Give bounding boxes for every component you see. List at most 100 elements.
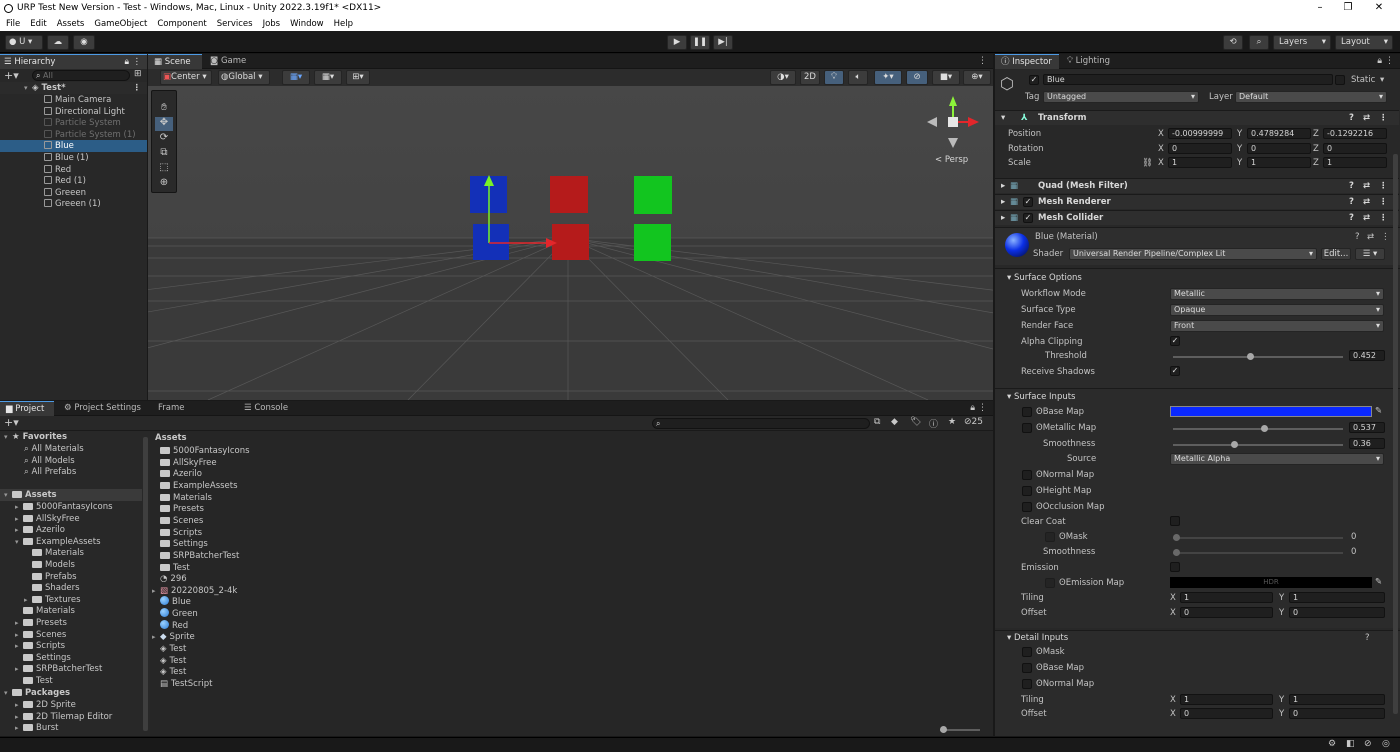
- increment-snap-button[interactable]: ⊞▾: [346, 70, 370, 85]
- clear-coat-mask-slot[interactable]: [1045, 532, 1055, 542]
- grid-snap-button[interactable]: ▦▾: [282, 70, 310, 85]
- history-icon[interactable]: ⟲: [1223, 35, 1243, 50]
- lock-icon[interactable]: 🔒︎: [124, 55, 129, 70]
- height-map-slot[interactable]: [1022, 486, 1032, 496]
- asset-item-test[interactable]: ◈ Test: [160, 666, 186, 678]
- expand-arrow-icon[interactable]: ▸: [15, 501, 23, 513]
- gizmos-dropdown[interactable]: ⊕▾: [963, 70, 991, 85]
- hidden-objects-icon[interactable]: ⊘: [906, 70, 928, 85]
- asset-item-20220805-2-4k[interactable]: ▸ ▧ 20220805_2-4k: [152, 585, 237, 597]
- component-menu-icon[interactable]: ⋮: [1381, 232, 1390, 242]
- component-enabled-checkbox[interactable]: ✓: [1023, 197, 1033, 207]
- tab-lighting[interactable]: 💡︎ Lighting: [1061, 54, 1125, 69]
- tree-folder-materials[interactable]: Materials: [0, 605, 75, 617]
- receive-shadows-checkbox[interactable]: ✓: [1170, 366, 1180, 376]
- tree-folder-shaders[interactable]: Shaders: [0, 582, 80, 594]
- hierarchy-search-input[interactable]: ⌕ All: [32, 70, 130, 81]
- pause-button[interactable]: ❚❚: [690, 35, 710, 50]
- green-quad[interactable]: [634, 176, 672, 214]
- lock-icon[interactable]: 🔒︎: [970, 403, 975, 413]
- expand-arrow-icon[interactable]: [15, 652, 23, 664]
- pivot-dropdown[interactable]: ▣Center ▾: [160, 70, 212, 85]
- rotate-tool-icon[interactable]: ⟳: [155, 132, 173, 146]
- maximize-button[interactable]: ❐: [1333, 0, 1363, 16]
- account-button[interactable]: ● U ▾: [5, 35, 43, 50]
- threshold-slider[interactable]: [1173, 353, 1343, 360]
- hierarchy-item-greeen[interactable]: Greeen: [0, 187, 147, 199]
- progress-icon[interactable]: ⚙: [1328, 739, 1336, 749]
- tree-folder-models[interactable]: Models: [0, 559, 75, 571]
- tree-folder-5000fantasyicons[interactable]: ▸ 5000FantasyIcons: [0, 501, 113, 513]
- metallic-slider[interactable]: [1173, 425, 1343, 432]
- move-tool-icon[interactable]: ✥: [155, 117, 173, 131]
- asset-item-red[interactable]: Red: [160, 619, 188, 632]
- tree-folder-prefabs[interactable]: Prefabs: [0, 571, 77, 583]
- expand-arrow-icon[interactable]: [24, 582, 32, 594]
- surface-options-header[interactable]: ▾ Surface Options: [1007, 273, 1082, 283]
- tiling-x-input[interactable]: 1: [1180, 592, 1273, 603]
- emission-checkbox[interactable]: [1170, 562, 1180, 572]
- search-by-type-icon[interactable]: ⧉: [874, 417, 880, 427]
- link-icon[interactable]: ⛓: [1142, 158, 1153, 168]
- expand-arrow-icon[interactable]: [24, 571, 32, 583]
- search-icon[interactable]: ⌕: [1249, 35, 1269, 50]
- icon-size-slider[interactable]: [940, 726, 980, 733]
- menu-component[interactable]: Component: [157, 19, 206, 29]
- favorite-all-prefabs[interactable]: ⌕ All Prefabs: [0, 466, 76, 478]
- project-search-input[interactable]: ⌕: [652, 418, 870, 429]
- base-map-slot[interactable]: [1022, 407, 1032, 417]
- scale-z-input[interactable]: 1: [1323, 157, 1387, 168]
- kebab-menu-icon[interactable]: ⋮: [978, 56, 987, 66]
- cloud-icon[interactable]: ☁: [47, 35, 69, 50]
- expand-arrow-icon[interactable]: ▸: [15, 640, 23, 652]
- detail-offset-y-input[interactable]: 0: [1289, 708, 1385, 719]
- favorite-star-icon[interactable]: ★: [948, 417, 956, 427]
- expand-arrow-icon[interactable]: ▸: [15, 663, 23, 675]
- expand-arrow-icon[interactable]: ▸: [15, 711, 23, 723]
- asset-item-blue[interactable]: Blue: [160, 596, 191, 608]
- kebab-menu-icon[interactable]: ⋮: [978, 403, 987, 413]
- hierarchy-item-blue-1[interactable]: Blue (1): [0, 152, 147, 164]
- asset-item-test[interactable]: ◈ Test: [160, 655, 186, 667]
- tab-frame-debugger[interactable]: Frame Debugger: [152, 401, 234, 428]
- blue-quad-1[interactable]: [473, 224, 509, 260]
- collab-icon[interactable]: ◉: [73, 35, 95, 50]
- help-icon[interactable]: ?: [1349, 111, 1354, 126]
- asset-item-sprite[interactable]: ▸ ◆ Sprite: [152, 631, 195, 643]
- help-icon[interactable]: ?: [1355, 232, 1360, 242]
- notification-icon[interactable]: ◎: [1382, 739, 1390, 749]
- tag-dropdown[interactable]: Untagged: [1043, 91, 1199, 103]
- menu-help[interactable]: Help: [334, 19, 353, 29]
- tree-folder-scenes[interactable]: ▸ Scenes: [0, 629, 66, 641]
- tab-project-settings[interactable]: ⚙ Project Settings: [58, 401, 150, 416]
- asset-item-testscript[interactable]: ▤ TestScript: [160, 678, 212, 690]
- expand-arrow-icon[interactable]: ▸: [15, 513, 23, 525]
- component-enabled-checkbox[interactable]: ✓: [1023, 213, 1033, 223]
- asset-item-scripts[interactable]: Scripts: [160, 527, 202, 539]
- play-button[interactable]: ▶: [667, 35, 687, 50]
- package-burst[interactable]: ▸ Burst: [0, 722, 58, 734]
- eyedropper-icon[interactable]: ✎: [1375, 406, 1382, 416]
- component-menu-icon[interactable]: ⋮: [1379, 111, 1388, 126]
- help-icon[interactable]: ?: [1349, 195, 1354, 210]
- expand-arrow-icon[interactable]: ▾: [15, 536, 23, 548]
- asset-item-test[interactable]: ◈ Test: [160, 643, 186, 655]
- base-color-swatch[interactable]: [1170, 406, 1372, 417]
- detail-normal-map-slot[interactable]: [1022, 679, 1032, 689]
- menu-assets[interactable]: Assets: [57, 19, 85, 29]
- hand-tool-icon[interactable]: ✋︎: [155, 102, 173, 116]
- expand-arrow-icon[interactable]: [24, 547, 32, 559]
- tree-folder-azerilo[interactable]: ▸ Azerilo: [0, 524, 65, 536]
- clear-coat-smoothness-slider[interactable]: [1173, 549, 1343, 556]
- lighting-toggle-icon[interactable]: 💡︎: [824, 70, 844, 85]
- favorites-header[interactable]: ▾ ★ Favorites: [4, 431, 67, 443]
- hierarchy-item-particle-system-1[interactable]: Particle System (1): [0, 129, 147, 141]
- grid-toggle-button[interactable]: ▦▾: [314, 70, 342, 85]
- rotation-y-input[interactable]: 0: [1247, 142, 1311, 154]
- add-icon[interactable]: +▾: [4, 69, 19, 82]
- help-icon[interactable]: ?: [1349, 211, 1354, 226]
- tree-folder-settings[interactable]: Settings: [0, 652, 71, 664]
- alpha-clipping-checkbox[interactable]: ✓: [1170, 336, 1180, 346]
- tag-icon[interactable]: 🏷︎: [910, 417, 921, 427]
- cache-icon[interactable]: ◧: [1346, 739, 1355, 749]
